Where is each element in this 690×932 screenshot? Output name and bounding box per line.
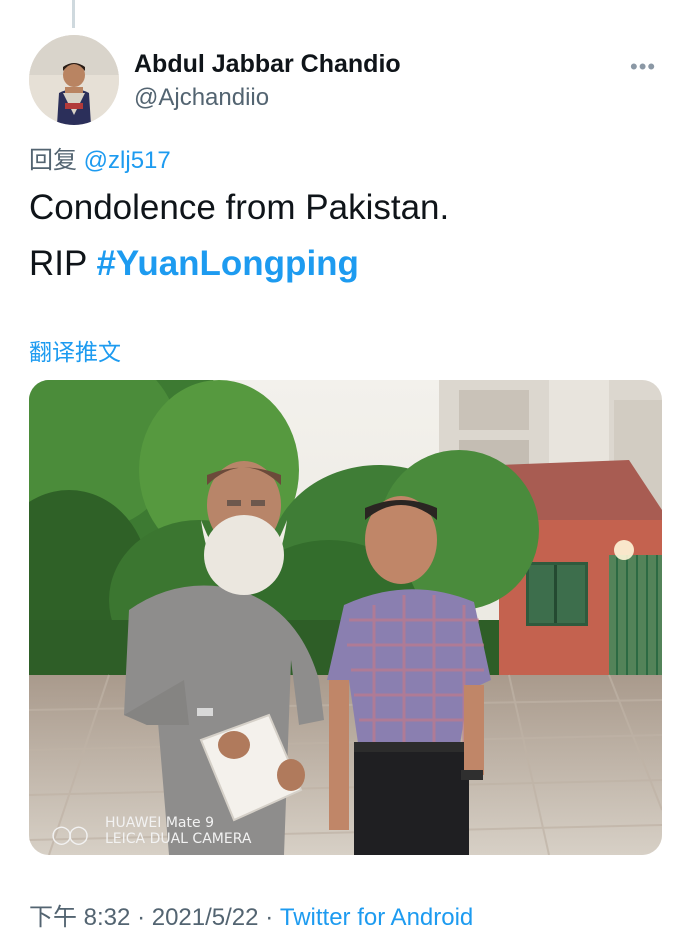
avatar-photo: [29, 35, 119, 125]
tweet-text-rip: RIP: [29, 244, 97, 283]
meta-separator: ·: [137, 904, 146, 931]
tweet-text-line-2: RIP #YuanLongping: [29, 244, 359, 284]
more-options-icon[interactable]: •••: [630, 54, 656, 80]
watermark-camera: LEICA DUAL CAMERA: [105, 831, 252, 847]
reply-to-mention-link[interactable]: @zlj517: [84, 147, 171, 174]
reply-context: 回复 @zlj517: [29, 140, 171, 175]
watermark-model: HUAWEI Mate 9: [105, 815, 214, 831]
thread-connector-line: [72, 0, 75, 28]
tweet-time[interactable]: 下午 8:32: [29, 904, 130, 931]
tweet-date[interactable]: 2021/5/22: [152, 904, 259, 931]
avatar[interactable]: [29, 35, 119, 125]
meta-separator: ·: [265, 904, 274, 931]
tweet-text-line-1: Condolence from Pakistan.: [29, 188, 450, 227]
author-display-name[interactable]: Abdul Jabbar Chandio: [134, 50, 401, 79]
leica-lens-icon: ○○: [51, 820, 89, 848]
hashtag-link[interactable]: #YuanLongping: [96, 244, 358, 283]
translate-tweet-link[interactable]: 翻译推文: [29, 333, 121, 367]
photo-image: [29, 380, 662, 855]
tweet-source-link[interactable]: Twitter for Android: [280, 904, 473, 931]
author-handle[interactable]: @Ajchandiio: [134, 84, 269, 112]
reply-prefix: 回复: [29, 147, 77, 174]
tweet-photo[interactable]: ○○ HUAWEI Mate 9 LEICA DUAL CAMERA: [29, 380, 662, 855]
tweet-meta: 下午 8:32 · 2021/5/22 · Twitter for Androi…: [29, 897, 473, 932]
